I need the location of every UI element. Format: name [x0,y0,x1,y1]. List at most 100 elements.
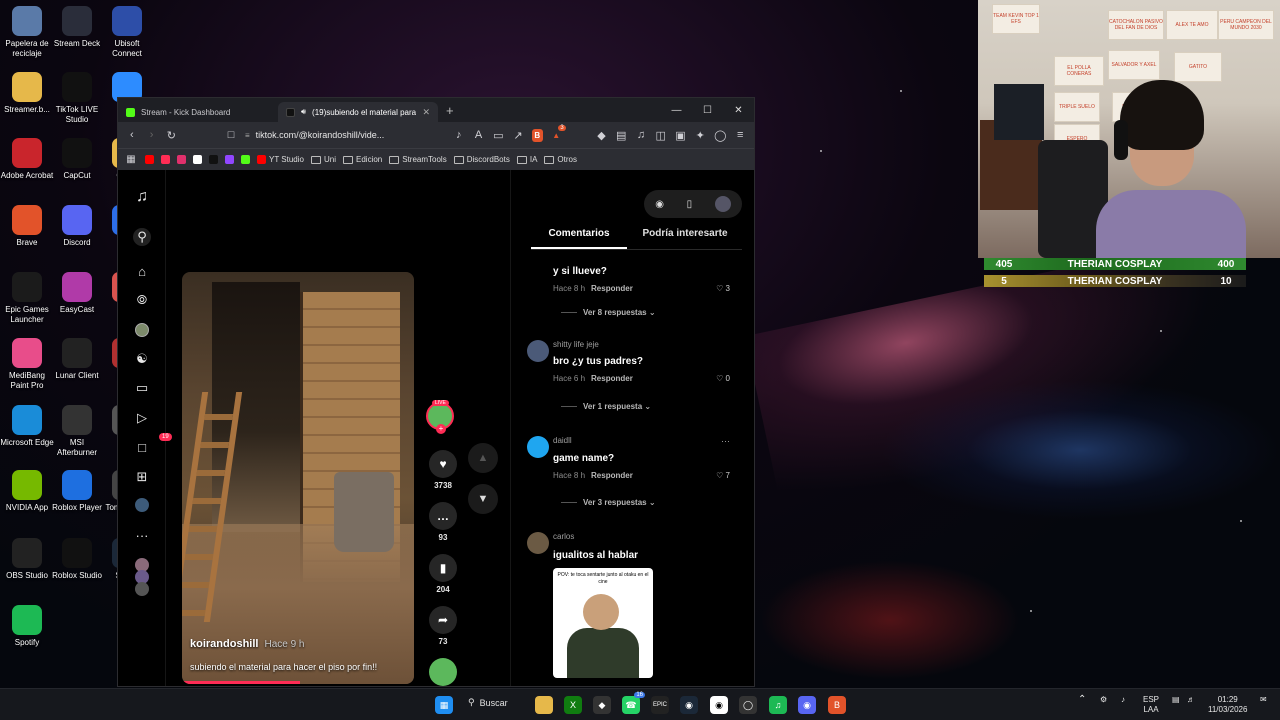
comment-like[interactable]: ♡ 7 [716,471,730,480]
user-avatar[interactable] [714,196,731,212]
reply-button[interactable]: Responder [591,471,633,480]
show-hidden-icons[interactable]: ⌃ [1078,695,1086,705]
music-icon[interactable]: ♫ [635,129,647,141]
desktop-shortcut[interactable]: Roblox Player [50,470,104,513]
desktop-shortcut[interactable]: Papelera de reciclaje [0,6,54,59]
next-video-button[interactable]: ▼ [468,484,498,514]
bookmark-item[interactable]: Otros [544,155,577,164]
compass-icon[interactable]: ◉ [655,199,664,210]
app-icon[interactable]: ◆ [593,696,611,714]
desktop-shortcut[interactable]: Epic Games Launcher [0,272,54,325]
commenter-name[interactable]: daidll [553,436,572,445]
sidebar-icon[interactable]: ◫ [655,129,667,142]
following-avatar-icon[interactable] [135,323,149,337]
bookmark-item[interactable] [161,155,170,164]
discord-icon[interactable]: ◉ [798,696,816,714]
desktop-shortcut[interactable]: Spotify [0,605,54,648]
xbox-icon[interactable]: X [564,696,582,714]
reply-button[interactable]: Responder [591,374,633,383]
tab-related[interactable]: Podría interesarte [637,228,733,249]
view-replies-button[interactable]: Ver 3 respuestas ⌄ [561,498,656,507]
apps-grid-icon[interactable]: ▦ [124,154,138,165]
desktop-shortcut[interactable]: Ubisoft Connect [100,6,154,59]
whatsapp-icon[interactable]: ☎ 16 [622,692,645,714]
desktop-shortcut[interactable]: Roblox Studio [50,538,104,581]
desktop-shortcut[interactable]: Brave [0,205,54,248]
desktop-shortcut[interactable]: TikTok LIVE Studio [50,72,104,125]
tab-close-icon[interactable]: ✕ [422,107,430,118]
maximize-button[interactable]: ☐ [692,98,723,122]
file-explorer-icon[interactable] [535,696,553,714]
spotify-icon[interactable]: ♫ [769,696,787,714]
leo-ai-icon[interactable]: ✦ [694,129,706,142]
bookmark-item[interactable]: StreamTools [389,155,447,164]
video-author[interactable]: koirandoshill Hace 9 h [190,638,305,650]
sound-disc[interactable] [425,658,461,686]
keyboard-language[interactable]: ESP LAA [1143,695,1159,715]
new-tab-button[interactable]: + [446,103,454,118]
menu-icon[interactable]: ≡ [734,129,746,141]
site-settings-icon[interactable]: ≡ [245,131,250,140]
desktop-shortcut[interactable]: MediBang Paint Pro [0,338,54,391]
comment-like[interactable]: ♡ 0 [716,374,730,383]
commenter-avatar[interactable] [527,340,549,362]
like-button[interactable]: ♥ 3738 [425,450,461,490]
commenter-name[interactable]: shitty life jeje [553,340,599,349]
bookmark-item[interactable] [241,155,250,164]
translate-icon[interactable]: A [473,129,485,141]
previous-video-button[interactable]: ▲ [468,443,498,473]
minimize-button[interactable]: — [661,98,692,122]
view-replies-button[interactable]: Ver 8 respuestas ⌄ [561,308,656,317]
network-icon[interactable]: ▤ [1172,695,1180,705]
messages-icon[interactable]: ▷ [133,409,151,427]
commenter-avatar[interactable] [527,532,549,554]
tray-app-icon[interactable]: ⚙ [1100,695,1107,705]
video-player[interactable]: koirandoshill Hace 9 h subiendo el materi… [182,272,414,684]
brave-icon[interactable]: B [828,696,846,714]
profile-avatar-icon[interactable] [135,498,149,512]
share-icon[interactable]: ↗ [512,129,524,142]
obs-icon[interactable]: ◯ [739,696,757,714]
volume-icon[interactable]: ♬ [1187,695,1195,705]
desktop-shortcut[interactable]: Streamer.b... [0,72,54,115]
taskbar-search[interactable]: ⚲ Buscar [468,697,508,708]
reload-icon[interactable]: ↻ [165,129,177,142]
bookmark-item[interactable]: Uni [310,155,336,164]
microphone-icon[interactable]: ♪ [1121,695,1125,705]
desktop-shortcut[interactable]: Lunar Client [50,338,104,381]
steam-icon[interactable]: ◉ [680,696,698,714]
bookmark-item[interactable]: YT Studio [257,155,304,164]
bookmark-item[interactable]: Edicion [343,155,382,164]
brave-rewards-icon[interactable]: ▲ 3 [551,124,566,142]
extensions-icon[interactable]: ◆ [596,129,608,142]
windows-start-icon[interactable]: ▦ [435,696,453,714]
notifications-icon[interactable]: ✉ [1260,695,1267,705]
desktop-shortcut[interactable]: EasyCast [50,272,104,315]
following-avatar-icon[interactable] [135,582,149,596]
chrome-icon[interactable]: ◉ [710,696,728,714]
tab-tiktok-video[interactable]: 🔊︎ (19)subiendo el material para ✕ [278,102,438,122]
more-options-icon[interactable]: ··· [721,436,730,446]
commenter-name[interactable]: carlos [553,532,574,541]
upload-icon[interactable]: ⊞ [133,468,151,486]
tab-kick-dashboard[interactable]: Stream - Kick Dashboard [118,102,278,122]
bookmark-item[interactable] [193,155,202,164]
reader-mode-icon[interactable]: ▤ [615,129,627,142]
friends-icon[interactable]: ☯ [133,350,151,368]
desktop-shortcut[interactable]: Microsoft Edge [0,405,54,448]
search-icon[interactable]: ⚲ [133,228,151,246]
desktop-shortcut[interactable]: MSI Afterburner [50,405,104,458]
bookmark-item[interactable] [145,155,154,164]
clock[interactable]: 01:29 11/03/2026 [1208,695,1247,715]
epic-games-icon[interactable]: EPIC [651,696,669,714]
follow-plus-icon[interactable]: + [436,424,446,434]
reply-button[interactable]: Responder [591,284,633,293]
desktop-shortcut[interactable]: OBS Studio [0,538,54,581]
vpn-shield-icon[interactable]: ◯ [714,129,726,142]
video-progress-bar[interactable] [182,681,301,684]
inbox-icon[interactable]: □ 19 [133,433,172,456]
back-icon[interactable]: ‹ [126,129,138,141]
desktop-shortcut[interactable]: NVIDIA App [0,470,54,513]
view-replies-button[interactable]: Ver 1 respuesta ⌄ [561,402,651,411]
save-button[interactable]: ▮ 204 [425,554,461,594]
